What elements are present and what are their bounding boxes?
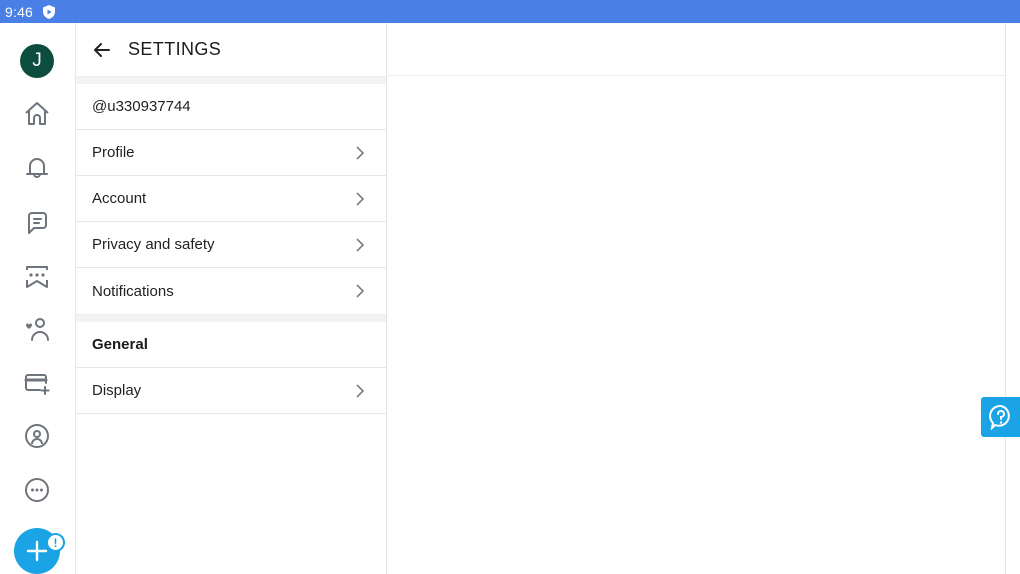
settings-panel: SETTINGS @u330937744 Profile Account Pri… [76, 23, 387, 574]
status-time: 9:46 [5, 3, 34, 20]
settings-item-label: Notifications [92, 282, 174, 300]
settings-item-notifications[interactable]: Notifications [76, 268, 386, 314]
avatar[interactable]: J [20, 44, 54, 78]
detail-header [387, 23, 1005, 76]
chevron-right-icon [354, 283, 366, 299]
settings-item-label: Account [92, 190, 147, 207]
nav-bookmarks[interactable] [22, 261, 52, 291]
settings-header: SETTINGS [76, 23, 386, 76]
username-row: @u330937744 [76, 84, 386, 130]
shield-icon [43, 4, 56, 19]
chevron-right-icon [354, 191, 366, 207]
section-heading-general: General [76, 322, 386, 368]
status-bar: 9:46 [0, 0, 1020, 23]
nav-messages[interactable] [22, 207, 52, 237]
settings-item-display[interactable]: Display [76, 368, 386, 414]
settings-item-label: Privacy and safety [92, 236, 215, 253]
help-bubble-icon [988, 404, 1010, 430]
help-button[interactable] [981, 397, 1020, 437]
nav-rail: J ! [0, 23, 76, 574]
nav-add-card[interactable] [22, 368, 52, 398]
settings-item-privacy[interactable]: Privacy and safety [76, 222, 386, 268]
detail-panel [387, 23, 1006, 574]
home-icon [25, 102, 49, 125]
more-icon [25, 478, 49, 502]
section-divider [76, 314, 386, 322]
back-button[interactable] [92, 40, 112, 60]
nav-more[interactable] [22, 475, 52, 505]
settings-item-account[interactable]: Account [76, 176, 386, 222]
arrow-left-icon [94, 42, 110, 57]
page-title: SETTINGS [128, 39, 222, 59]
section-heading: General [92, 336, 148, 353]
settings-item-label: Profile [92, 144, 135, 161]
plus-icon [26, 540, 48, 562]
bookmark-stars-icon [26, 266, 48, 288]
card-plus-icon [24, 374, 50, 395]
chevron-right-icon [354, 237, 366, 253]
chevron-right-icon [354, 383, 366, 399]
nav-notifications[interactable] [22, 153, 52, 183]
user-heart-icon [26, 318, 49, 341]
settings-item-label: Display [92, 382, 142, 399]
chevron-right-icon [354, 145, 366, 161]
username: @u330937744 [92, 98, 191, 115]
nav-profile[interactable] [22, 421, 52, 451]
nav-subscriptions[interactable] [22, 314, 52, 344]
nav-home[interactable] [22, 99, 52, 129]
fab-alert-badge: ! [46, 533, 65, 552]
avatar-initial: J [32, 50, 42, 71]
profile-circle-icon [25, 424, 49, 448]
bell-icon [26, 158, 48, 178]
settings-item-profile[interactable]: Profile [76, 130, 386, 176]
section-divider [76, 76, 386, 84]
chat-icon [28, 212, 47, 234]
